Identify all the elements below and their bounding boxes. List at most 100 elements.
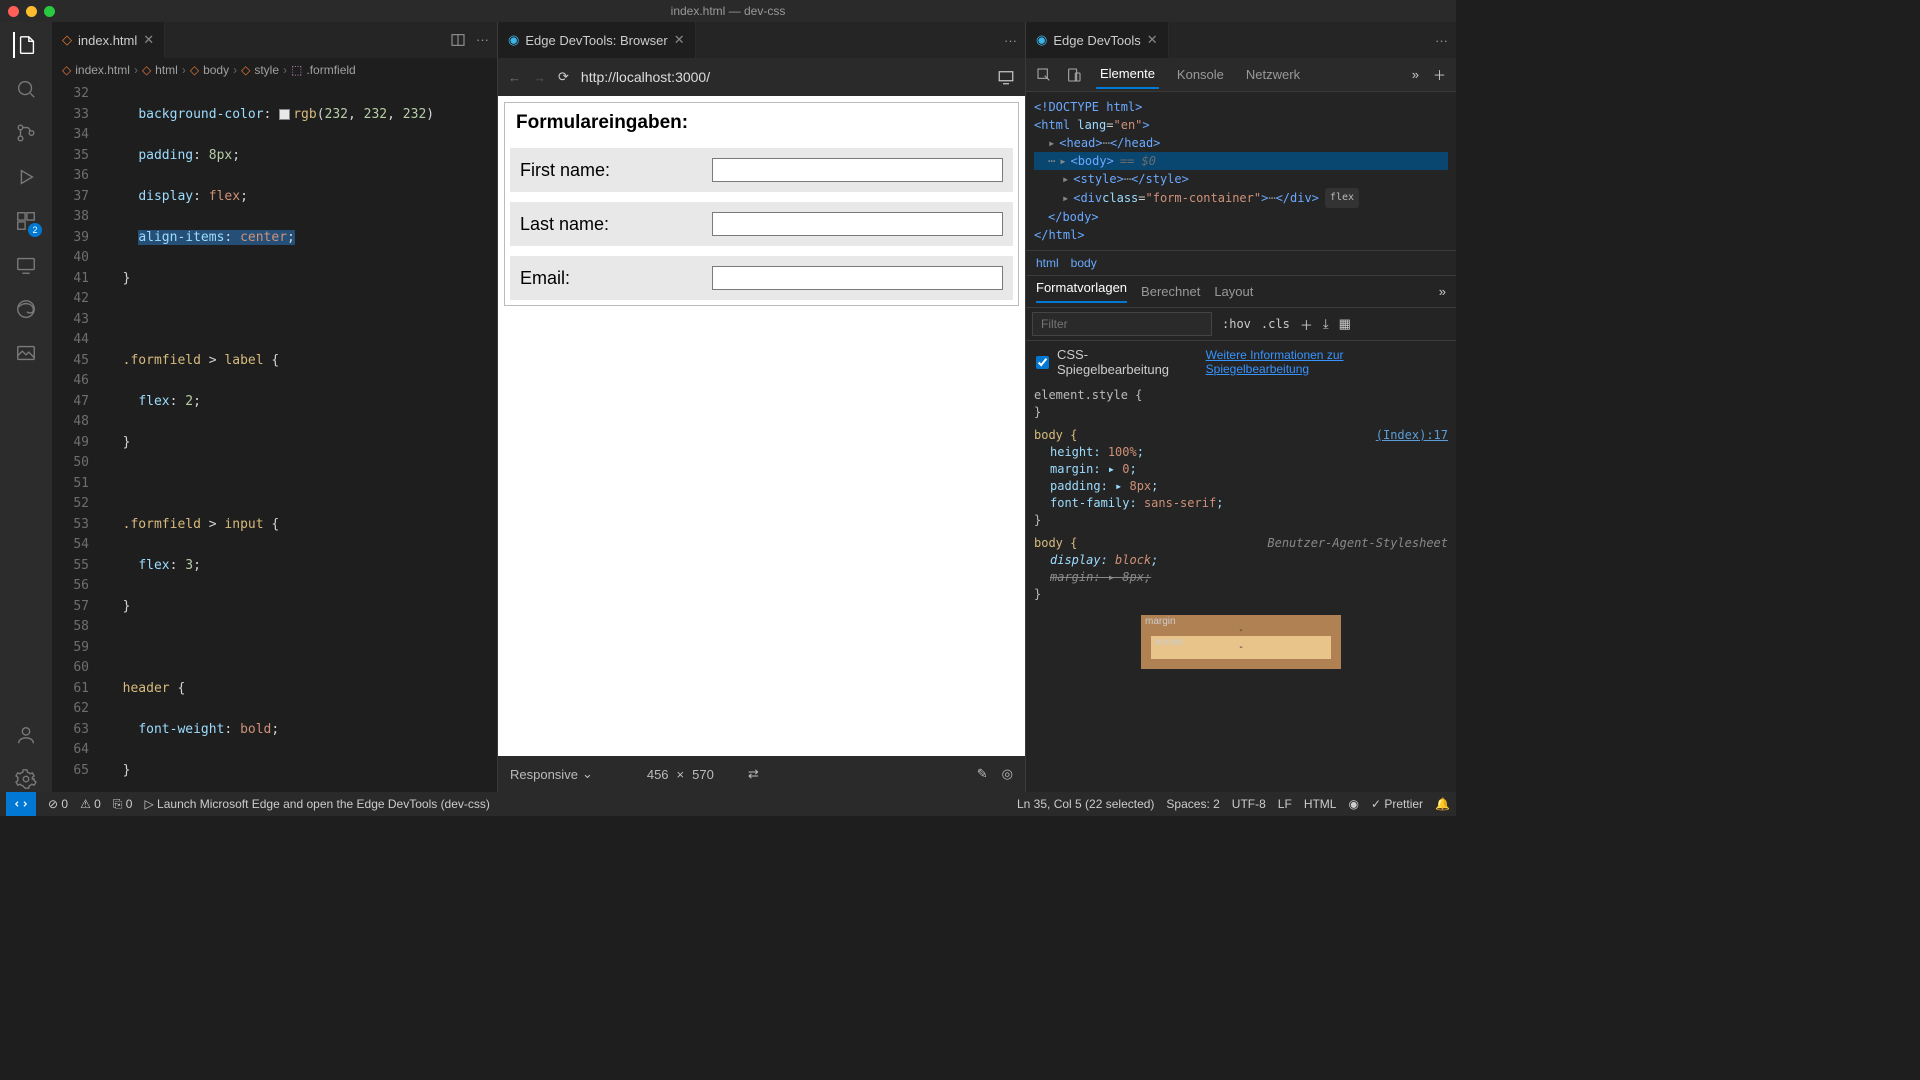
plus-icon[interactable]: ＋ <box>1300 315 1313 334</box>
close-icon[interactable]: ✕ <box>1147 32 1158 48</box>
tab-layout[interactable]: Layout <box>1214 284 1253 299</box>
screencast-icon[interactable] <box>997 68 1015 86</box>
more-icon[interactable]: ··· <box>1435 33 1448 48</box>
input-last-name[interactable] <box>712 212 1003 236</box>
launch-edge-button[interactable]: ▷ Launch Microsoft Edge and open the Edg… <box>144 797 489 811</box>
hov-button[interactable]: :hov <box>1222 317 1251 331</box>
close-icon[interactable]: ✕ <box>674 32 685 48</box>
gear-icon[interactable] <box>13 766 39 792</box>
editor-body[interactable]: 3233343536373839404142434445464748495051… <box>52 82 497 792</box>
more-icon[interactable]: ··· <box>476 32 489 48</box>
label-first-name: First name: <box>520 160 712 181</box>
search-icon[interactable] <box>13 76 39 102</box>
tab-computed[interactable]: Berechnet <box>1141 284 1200 299</box>
status-bell-icon[interactable]: 🔔 <box>1435 797 1450 811</box>
tab-console[interactable]: Konsole <box>1173 61 1228 88</box>
dom-tree[interactable]: <!DOCTYPE html> <html lang="en"> <head>⋯… <box>1026 92 1456 250</box>
edge-icon[interactable] <box>13 296 39 322</box>
mirror-link[interactable]: Weitere Informationen zur Spiegelbearbei… <box>1206 348 1446 376</box>
minimize-icon[interactable] <box>26 6 37 17</box>
dom-doctype: <!DOCTYPE html> <box>1034 98 1448 116</box>
device-bar: Responsive ⌄ 456 × 570 ⇄ ✎ ◎ <box>498 756 1025 792</box>
dom-style[interactable]: <style>⋯</style> <box>1034 170 1448 188</box>
breadcrumb-item[interactable]: body <box>203 63 229 77</box>
tab-elements[interactable]: Elemente <box>1096 60 1159 89</box>
label-last-name: Last name: <box>520 214 712 235</box>
remote-indicator[interactable] <box>6 792 36 816</box>
inspect-icon[interactable]: ◎ <box>1002 766 1013 782</box>
reload-icon[interactable]: ⟳ <box>558 69 569 85</box>
tab-network[interactable]: Netzwerk <box>1242 61 1304 88</box>
status-ports[interactable]: ⎘ 0 <box>113 797 133 812</box>
tab-styles[interactable]: Formatvorlagen <box>1036 280 1127 303</box>
rotate-icon[interactable]: ⇄ <box>748 766 759 782</box>
mirror-checkbox[interactable] <box>1036 356 1049 369</box>
line-gutter: 3233343536373839404142434445464748495051… <box>52 82 107 792</box>
source-control-icon[interactable] <box>13 120 39 146</box>
window-title: index.html — dev-css <box>671 4 786 18</box>
status-edge-icon[interactable]: ◉ <box>1348 797 1358 811</box>
chevron-right-icon[interactable]: » <box>1439 284 1446 299</box>
style-filter-input[interactable] <box>1032 312 1212 336</box>
viewport-width[interactable]: 456 <box>647 767 669 782</box>
device-icon[interactable] <box>1066 67 1082 83</box>
css-mirror-row: CSS-Spiegelbearbeitung Weitere Informati… <box>1026 341 1456 383</box>
status-warnings[interactable]: ⚠ 0 <box>80 797 101 811</box>
chevron-right-icon[interactable]: » <box>1412 67 1419 82</box>
breadcrumb-item[interactable]: html <box>155 63 178 77</box>
dom-crumbs[interactable]: html body <box>1026 250 1456 276</box>
dom-head[interactable]: <head>⋯</head> <box>1034 134 1448 152</box>
breadcrumb-item[interactable]: index.html <box>75 63 130 77</box>
eyedropper-icon[interactable]: ✎ <box>977 766 988 782</box>
status-eol[interactable]: LF <box>1278 797 1292 811</box>
pin-icon[interactable]: ⤓ <box>1323 316 1329 332</box>
extensions-icon[interactable]: 2 <box>13 208 39 234</box>
form-container: Formulareingaben: First name: Last name:… <box>504 102 1019 306</box>
breadcrumb[interactable]: ◇ index.html› ◇html› ◇body› ◇style› ⬚.fo… <box>52 58 497 82</box>
plus-icon[interactable]: ＋ <box>1433 65 1446 84</box>
remote-icon[interactable] <box>13 252 39 278</box>
status-encoding[interactable]: UTF-8 <box>1232 797 1266 811</box>
source-link[interactable]: (Index):17 <box>1376 427 1448 444</box>
panel-icon[interactable]: ▦ <box>1339 316 1351 332</box>
account-icon[interactable] <box>13 722 39 748</box>
close-icon[interactable] <box>8 6 19 17</box>
dom-html[interactable]: <html lang="en"> <box>1034 116 1448 134</box>
crumb-html[interactable]: html <box>1036 256 1059 270</box>
status-lang[interactable]: HTML <box>1304 797 1337 811</box>
status-errors[interactable]: ⊘ 0 <box>48 797 68 811</box>
viewport-height[interactable]: 570 <box>692 767 714 782</box>
explorer-icon[interactable] <box>13 32 39 58</box>
input-first-name[interactable] <box>712 158 1003 182</box>
tab-index-html[interactable]: ◇ index.html ✕ <box>52 22 165 58</box>
browser-tabs: ◉ Edge DevTools: Browser ✕ ··· <box>498 22 1025 58</box>
style-filter-row: :hov .cls ＋ ⤓ ▦ <box>1026 308 1456 341</box>
status-cursor[interactable]: Ln 35, Col 5 (22 selected) <box>1017 797 1154 811</box>
inspect-icon[interactable] <box>1036 67 1052 83</box>
dom-form-container[interactable]: <div class="form-container">⋯</div> flex <box>1034 188 1448 208</box>
breadcrumb-item[interactable]: style <box>254 63 279 77</box>
device-dropdown[interactable]: Responsive ⌄ <box>510 766 593 782</box>
close-icon[interactable]: ✕ <box>143 32 154 48</box>
maximize-icon[interactable] <box>44 6 55 17</box>
back-icon[interactable]: ← <box>508 70 521 85</box>
more-icon[interactable]: ··· <box>1004 33 1017 48</box>
flex-badge[interactable]: flex <box>1325 188 1359 208</box>
style-rules[interactable]: element.style { } (Index):17body { heigh… <box>1026 383 1456 607</box>
cls-button[interactable]: .cls <box>1261 317 1290 331</box>
input-email[interactable] <box>712 266 1003 290</box>
status-spaces[interactable]: Spaces: 2 <box>1166 797 1219 811</box>
split-icon[interactable] <box>450 32 466 48</box>
tab-browser[interactable]: ◉ Edge DevTools: Browser ✕ <box>498 22 696 58</box>
gallery-icon[interactable] <box>13 340 39 366</box>
crumb-body[interactable]: body <box>1071 256 1097 270</box>
url-bar[interactable]: http://localhost:3000/ <box>581 69 985 85</box>
tab-devtools[interactable]: ◉ Edge DevTools ✕ <box>1026 22 1169 58</box>
code-area[interactable]: background-color: rgb(232, 232, 232) pad… <box>107 82 497 792</box>
breadcrumb-item[interactable]: .formfield <box>306 63 355 77</box>
dom-body[interactable]: ⋯<body> == $0 <box>1034 152 1448 170</box>
status-prettier[interactable]: ✓ Prettier <box>1371 797 1423 811</box>
window-controls <box>8 6 55 17</box>
forward-icon[interactable]: → <box>533 70 546 85</box>
debug-icon[interactable] <box>13 164 39 190</box>
